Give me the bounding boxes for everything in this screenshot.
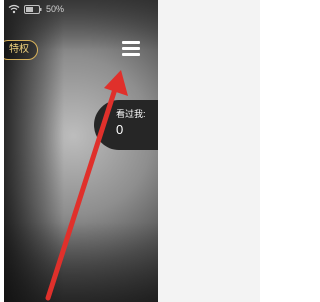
background-photo-bottom-shadow <box>4 222 158 302</box>
phone-screen: 50% 特权 看过我: 0 <box>4 0 158 302</box>
menu-bar-top <box>122 41 140 44</box>
visitors-count: 0 <box>116 122 124 137</box>
visitors-card[interactable]: 看过我: 0 <box>94 100 158 150</box>
menu-bar-middle <box>122 47 140 50</box>
battery-icon <box>24 4 42 14</box>
visitors-label: 看过我: <box>116 109 146 119</box>
hamburger-menu-icon[interactable] <box>120 38 142 58</box>
privilege-badge[interactable]: 特权 <box>4 40 38 60</box>
menu-bar-bottom <box>122 53 140 56</box>
status-bar: 50% <box>8 2 138 16</box>
wifi-icon <box>8 4 20 14</box>
side-panel <box>157 0 260 302</box>
battery-percentage: 50% <box>46 4 65 14</box>
screenshot-stage: 50% 特权 看过我: 0 <box>0 0 260 302</box>
